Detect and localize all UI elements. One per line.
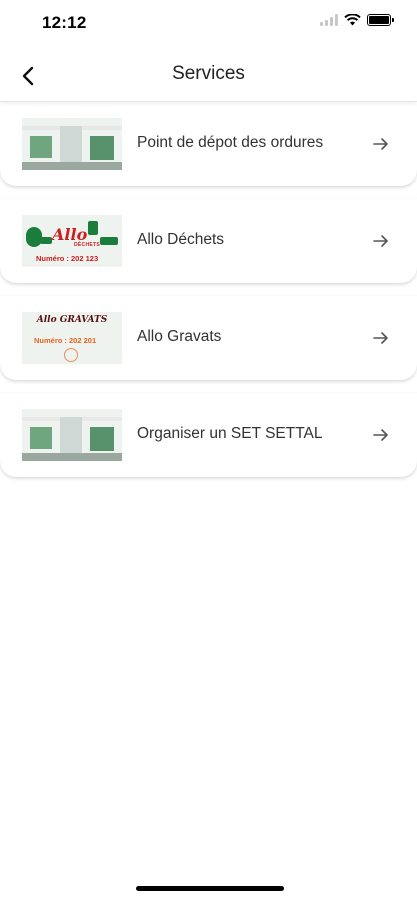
arrow-right-icon — [373, 332, 388, 344]
status-icons — [320, 14, 394, 26]
allo-gravats-logo: Allo GRAVATS Numéro : 202 201 — [22, 312, 122, 364]
service-label: Organiser un SET SETTAL — [137, 425, 323, 442]
status-time: 12:12 — [42, 13, 87, 32]
service-label: Point de dépot des ordures — [137, 134, 324, 151]
battery-icon — [367, 14, 394, 26]
set-settal-thumbnail — [22, 409, 122, 461]
services-list: Point de dépot des ordures Allo DÉCHETS … — [0, 102, 417, 490]
arrow-right-icon — [373, 235, 388, 247]
service-item-allo-dechets[interactable]: Allo DÉCHETS Numéro : 202 123 Allo Déche… — [0, 199, 417, 283]
status-bar: 12:12 — [0, 0, 417, 48]
service-label: Allo Déchets — [137, 231, 225, 248]
arrow-right-icon — [373, 429, 388, 441]
wifi-icon — [344, 14, 361, 26]
signal-icon — [320, 14, 338, 26]
service-item-allo-gravats[interactable]: Allo GRAVATS Numéro : 202 201 Allo Grava… — [0, 296, 417, 380]
home-indicator[interactable] — [136, 886, 284, 891]
services-screen: 12:12 Services Point de dépot des ordure… — [0, 0, 417, 900]
arrow-right-icon — [373, 138, 388, 150]
service-label: Allo Gravats — [137, 328, 222, 345]
page-title: Services — [172, 63, 245, 84]
depot-thumbnail — [22, 118, 122, 170]
allo-dechets-logo: Allo DÉCHETS Numéro : 202 123 — [22, 215, 122, 267]
service-item-depot[interactable]: Point de dépot des ordures — [0, 102, 417, 186]
navigation-bar: Services — [0, 48, 417, 102]
service-item-set-settal[interactable]: Organiser un SET SETTAL — [0, 393, 417, 477]
